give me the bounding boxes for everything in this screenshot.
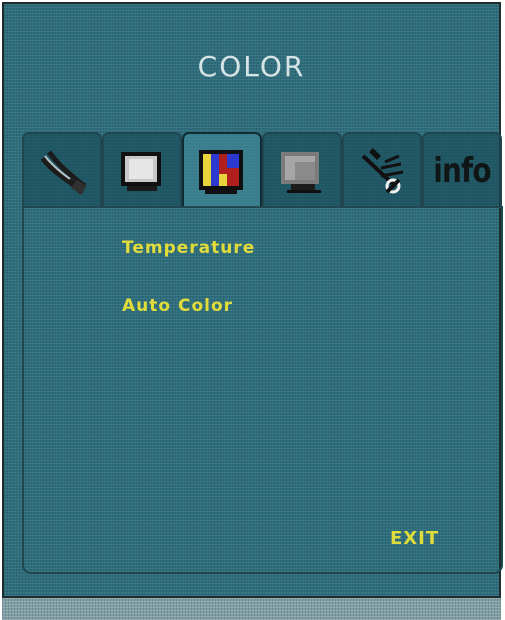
tab-info[interactable]: info <box>422 132 502 208</box>
osd-menu: COLOR info Temperature Auto Color EXIT <box>2 2 503 616</box>
bottom-status-strip <box>2 596 501 620</box>
tab-cable[interactable] <box>22 132 102 208</box>
screen-position-icon <box>281 152 321 193</box>
tab-position[interactable] <box>262 132 342 208</box>
menu-title: COLOR <box>197 50 306 83</box>
color-bars-icon <box>199 150 243 194</box>
temperature-option[interactable]: Temperature <box>122 238 255 258</box>
tab-tools[interactable] <box>342 132 422 208</box>
auto-color-option[interactable]: Auto Color <box>122 296 233 316</box>
tab-color[interactable] <box>182 132 262 208</box>
exit-button[interactable]: EXIT <box>390 528 439 549</box>
cable-icon <box>40 150 87 195</box>
tab-bar: info <box>22 132 503 208</box>
monitor-screen-icon <box>121 152 161 191</box>
info-label: info <box>433 151 491 191</box>
tab-display[interactable] <box>102 132 182 208</box>
menu-panel: Temperature Auto Color EXIT <box>22 206 503 574</box>
tools-icon <box>361 148 404 194</box>
